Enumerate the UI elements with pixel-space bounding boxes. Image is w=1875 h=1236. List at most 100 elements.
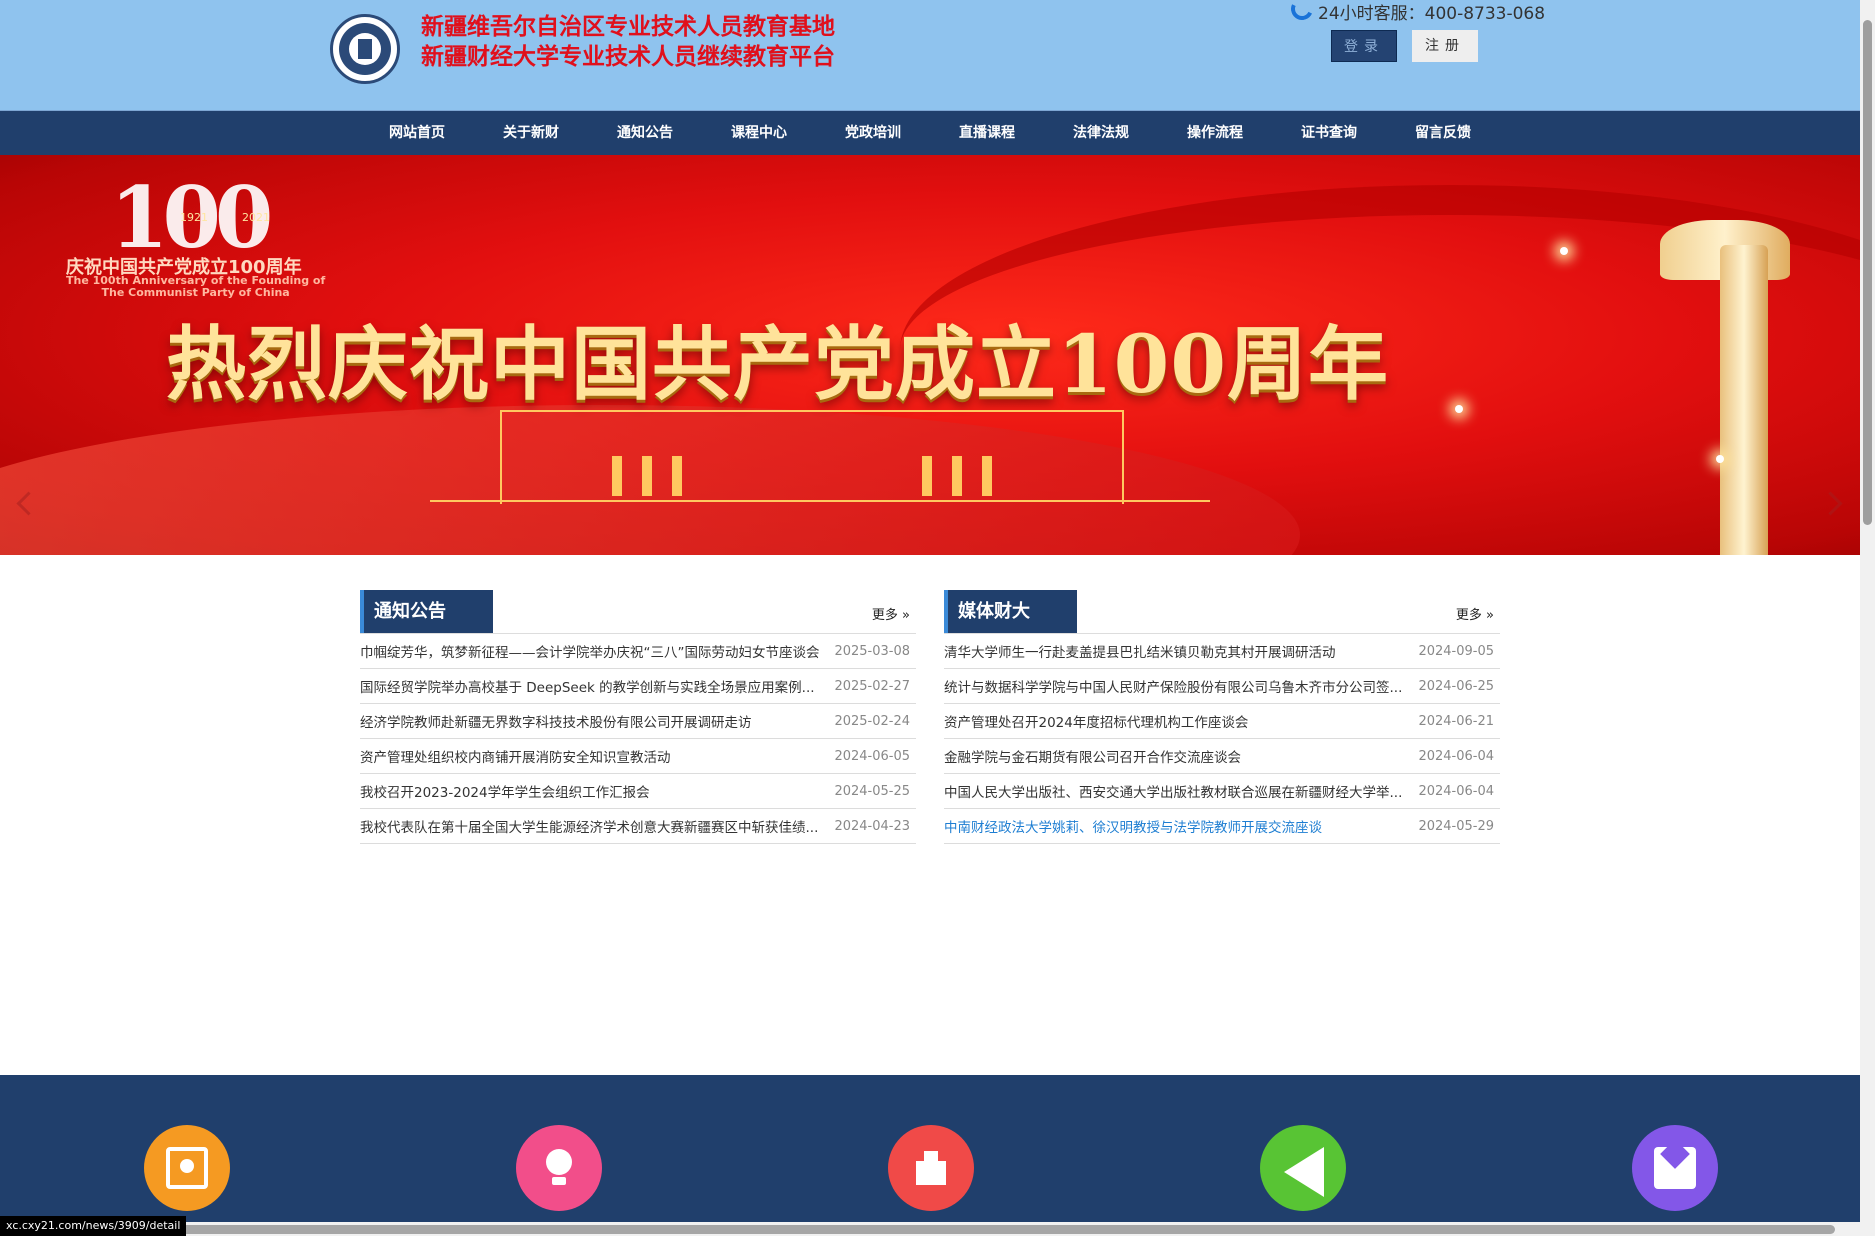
ground-line bbox=[430, 500, 1210, 502]
sparkle bbox=[1455, 405, 1463, 413]
banner-next-arrow-icon[interactable] bbox=[1818, 491, 1843, 516]
nav-item-party-training[interactable]: 党政培训 bbox=[845, 111, 901, 155]
list-item[interactable]: 资产管理处组织校内商铺开展消防安全知识宣教活动 2024-06-05 bbox=[360, 739, 916, 774]
building-window bbox=[642, 456, 652, 496]
list-item-title[interactable]: 中国人民大学出版社、西安交通大学出版社教材联合巡展在新疆财经大学举... bbox=[944, 781, 1402, 801]
building-window bbox=[672, 456, 682, 496]
huabiao-pillar bbox=[1720, 245, 1768, 555]
quick-link-building[interactable] bbox=[888, 1125, 974, 1211]
list-item-date: 2024-04-23 bbox=[834, 818, 910, 834]
horizontal-scrollbar-thumb[interactable] bbox=[170, 1225, 1835, 1234]
badge-year-start: 1921 bbox=[180, 211, 208, 224]
site-title-line2: 新疆财经大学专业技术人员继续教育平台 bbox=[421, 43, 835, 70]
nav-item-notices[interactable]: 通知公告 bbox=[617, 111, 673, 155]
list-item-date: 2025-02-24 bbox=[834, 713, 910, 729]
site-header: 新疆维吾尔自治区专业技术人员教育基地 新疆财经大学专业技术人员继续教育平台 24… bbox=[0, 0, 1860, 110]
university-logo[interactable] bbox=[330, 14, 400, 84]
list-item-date: 2024-06-04 bbox=[1418, 783, 1494, 799]
horizontal-scrollbar[interactable] bbox=[0, 1222, 1860, 1236]
banner-headline: 热烈庆祝中国共产党成立100周年 bbox=[166, 317, 1389, 411]
nav-item-feedback[interactable]: 留言反馈 bbox=[1415, 111, 1471, 155]
building-window bbox=[952, 456, 962, 496]
list-item-title[interactable]: 国际经贸学院举办高校基于 DeepSeek 的教学创新与实践全场景应用案例... bbox=[360, 676, 815, 696]
quick-link-play[interactable] bbox=[1260, 1125, 1346, 1211]
site-title-line1: 新疆维吾尔自治区专业技术人员教育基地 bbox=[421, 13, 835, 40]
nav-item-process[interactable]: 操作流程 bbox=[1187, 111, 1243, 155]
list-item-title[interactable]: 统计与数据科学学院与中国人民财产保险股份有限公司乌鲁木齐市分公司签... bbox=[944, 676, 1402, 696]
list-item[interactable]: 金融学院与金石期货有限公司召开合作交流座谈会 2024-06-04 bbox=[944, 739, 1500, 774]
building-icon bbox=[910, 1147, 952, 1189]
list-item[interactable]: 我校代表队在第十届全国大学生能源经济学术创意大赛新疆赛区中斩获佳绩... 202… bbox=[360, 809, 916, 844]
list-item[interactable]: 统计与数据科学学院与中国人民财产保险股份有限公司乌鲁木齐市分公司签... 202… bbox=[944, 669, 1500, 704]
notices-more-link[interactable]: 更多 » bbox=[872, 604, 910, 623]
list-item[interactable]: 经济学院教师赴新疆无界数字科技技术股份有限公司开展调研走访 2025-02-24 bbox=[360, 704, 916, 739]
media-panel: 媒体财大 更多 » 清华大学师生一行赴麦盖提县巴扎结米镇贝勒克其村开展调研活动 … bbox=[944, 590, 1500, 844]
login-button[interactable]: 登录 bbox=[1331, 30, 1397, 62]
media-more-link[interactable]: 更多 » bbox=[1456, 604, 1494, 623]
list-item[interactable]: 清华大学师生一行赴麦盖提县巴扎结米镇贝勒克其村开展调研活动 2024-09-05 bbox=[944, 634, 1500, 669]
list-item[interactable]: 中国人民大学出版社、西安交通大学出版社教材联合巡展在新疆财经大学举... 202… bbox=[944, 774, 1500, 809]
mail-icon bbox=[1654, 1147, 1696, 1189]
list-item-date: 2024-06-25 bbox=[1418, 678, 1494, 694]
list-item[interactable]: 国际经贸学院举办高校基于 DeepSeek 的教学创新与实践全场景应用案例...… bbox=[360, 669, 916, 704]
nav-item-home[interactable]: 网站首页 bbox=[389, 111, 445, 155]
list-item[interactable]: 巾帼绽芳华，筑梦新征程——会计学院举办庆祝“三八”国际劳动妇女节座谈会 2025… bbox=[360, 634, 916, 669]
media-title: 媒体财大 bbox=[944, 590, 1077, 633]
phone-icon bbox=[1290, 2, 1308, 20]
list-item-title[interactable]: 经济学院教师赴新疆无界数字科技技术股份有限公司开展调研走访 bbox=[360, 711, 752, 731]
list-item-title[interactable]: 金融学院与金石期货有限公司召开合作交流座谈会 bbox=[944, 746, 1241, 766]
list-item-date: 2024-05-25 bbox=[834, 783, 910, 799]
nav-item-courses[interactable]: 课程中心 bbox=[731, 111, 787, 155]
building-window bbox=[922, 456, 932, 496]
quick-links-band bbox=[0, 1075, 1860, 1236]
list-item-title[interactable]: 资产管理处召开2024年度招标代理机构工作座谈会 bbox=[944, 711, 1248, 731]
nav-item-about[interactable]: 关于新财 bbox=[503, 111, 559, 155]
hotline-text: 24小时客服：400-8733-068 bbox=[1318, 3, 1546, 24]
list-item-date: 2024-09-05 bbox=[1418, 643, 1494, 659]
list-item-title[interactable]: 巾帼绽芳华，筑梦新征程——会计学院举办庆祝“三八”国际劳动妇女节座谈会 bbox=[360, 641, 820, 661]
media-header: 媒体财大 更多 » bbox=[944, 590, 1500, 634]
list-item-title[interactable]: 清华大学师生一行赴麦盖提县巴扎结米镇贝勒克其村开展调研活动 bbox=[944, 641, 1336, 661]
quick-link-lightbulb[interactable] bbox=[516, 1125, 602, 1211]
list-item-date: 2024-05-29 bbox=[1418, 818, 1494, 834]
hotline: 24小时客服：400-8733-068 bbox=[1290, 0, 1546, 24]
notices-header: 通知公告 更多 » bbox=[360, 590, 916, 634]
nav-item-live[interactable]: 直播课程 bbox=[959, 111, 1015, 155]
vertical-scrollbar[interactable] bbox=[1860, 0, 1875, 1236]
portrait-icon bbox=[166, 1147, 208, 1189]
list-item-title-hovered[interactable]: 中南财经政法大学姚莉、徐汉明教授与法学院教师开展交流座谈 bbox=[944, 816, 1322, 836]
list-item[interactable]: 资产管理处召开2024年度招标代理机构工作座谈会 2024-06-21 bbox=[944, 704, 1500, 739]
list-item-title[interactable]: 我校代表队在第十届全国大学生能源经济学术创意大赛新疆赛区中斩获佳绩... bbox=[360, 816, 818, 836]
logo-mark bbox=[358, 39, 372, 59]
site-title[interactable]: 新疆维吾尔自治区专业技术人员教育基地 新疆财经大学专业技术人员继续教育平台 bbox=[421, 12, 835, 72]
quick-link-mail[interactable] bbox=[1632, 1125, 1718, 1211]
main-nav: 网站首页 关于新财 通知公告 课程中心 党政培训 直播课程 法律法规 操作流程 … bbox=[0, 110, 1860, 155]
list-item-date: 2024-06-04 bbox=[1418, 748, 1494, 764]
list-item-date: 2024-06-21 bbox=[1418, 713, 1494, 729]
list-item-date: 2025-02-27 bbox=[834, 678, 910, 694]
list-item[interactable]: 中南财经政法大学姚莉、徐汉明教授与法学院教师开展交流座谈 2024-05-29 bbox=[944, 809, 1500, 844]
vertical-scrollbar-thumb[interactable] bbox=[1863, 20, 1872, 525]
play-icon bbox=[1282, 1147, 1324, 1197]
anniversary-caption-en: The 100th Anniversary of the Founding of… bbox=[66, 275, 325, 299]
nav-item-law[interactable]: 法律法规 bbox=[1073, 111, 1129, 155]
anniversary-caption-en-line2: The Communist Party of China bbox=[101, 286, 290, 299]
campus-building-illustration bbox=[500, 410, 1124, 504]
nav-item-certificate[interactable]: 证书查询 bbox=[1301, 111, 1357, 155]
list-item-title[interactable]: 资产管理处组织校内商铺开展消防安全知识宣教活动 bbox=[360, 746, 671, 766]
notices-panel: 通知公告 更多 » 巾帼绽芳华，筑梦新征程——会计学院举办庆祝“三八”国际劳动妇… bbox=[360, 590, 916, 844]
notices-title: 通知公告 bbox=[360, 590, 493, 633]
lightbulb-icon bbox=[538, 1147, 580, 1189]
sparkle bbox=[1716, 455, 1724, 463]
status-bar-url: xc.cxy21.com/news/3909/detail bbox=[0, 1216, 187, 1236]
register-button[interactable]: 注册 bbox=[1412, 30, 1478, 62]
badge-year-end: 2021 bbox=[242, 211, 270, 224]
building-window bbox=[982, 456, 992, 496]
quick-link-portrait[interactable] bbox=[144, 1125, 230, 1211]
list-item[interactable]: 我校召开2023-2024学年学生会组织工作汇报会 2024-05-25 bbox=[360, 774, 916, 809]
sparkle bbox=[1560, 247, 1568, 255]
building-window bbox=[612, 456, 622, 496]
list-item-date: 2025-03-08 bbox=[834, 643, 910, 659]
hero-banner[interactable]: 100 1921 2021 庆祝中国共产党成立100周年 The 100th A… bbox=[0, 155, 1860, 555]
list-item-title[interactable]: 我校召开2023-2024学年学生会组织工作汇报会 bbox=[360, 781, 650, 801]
